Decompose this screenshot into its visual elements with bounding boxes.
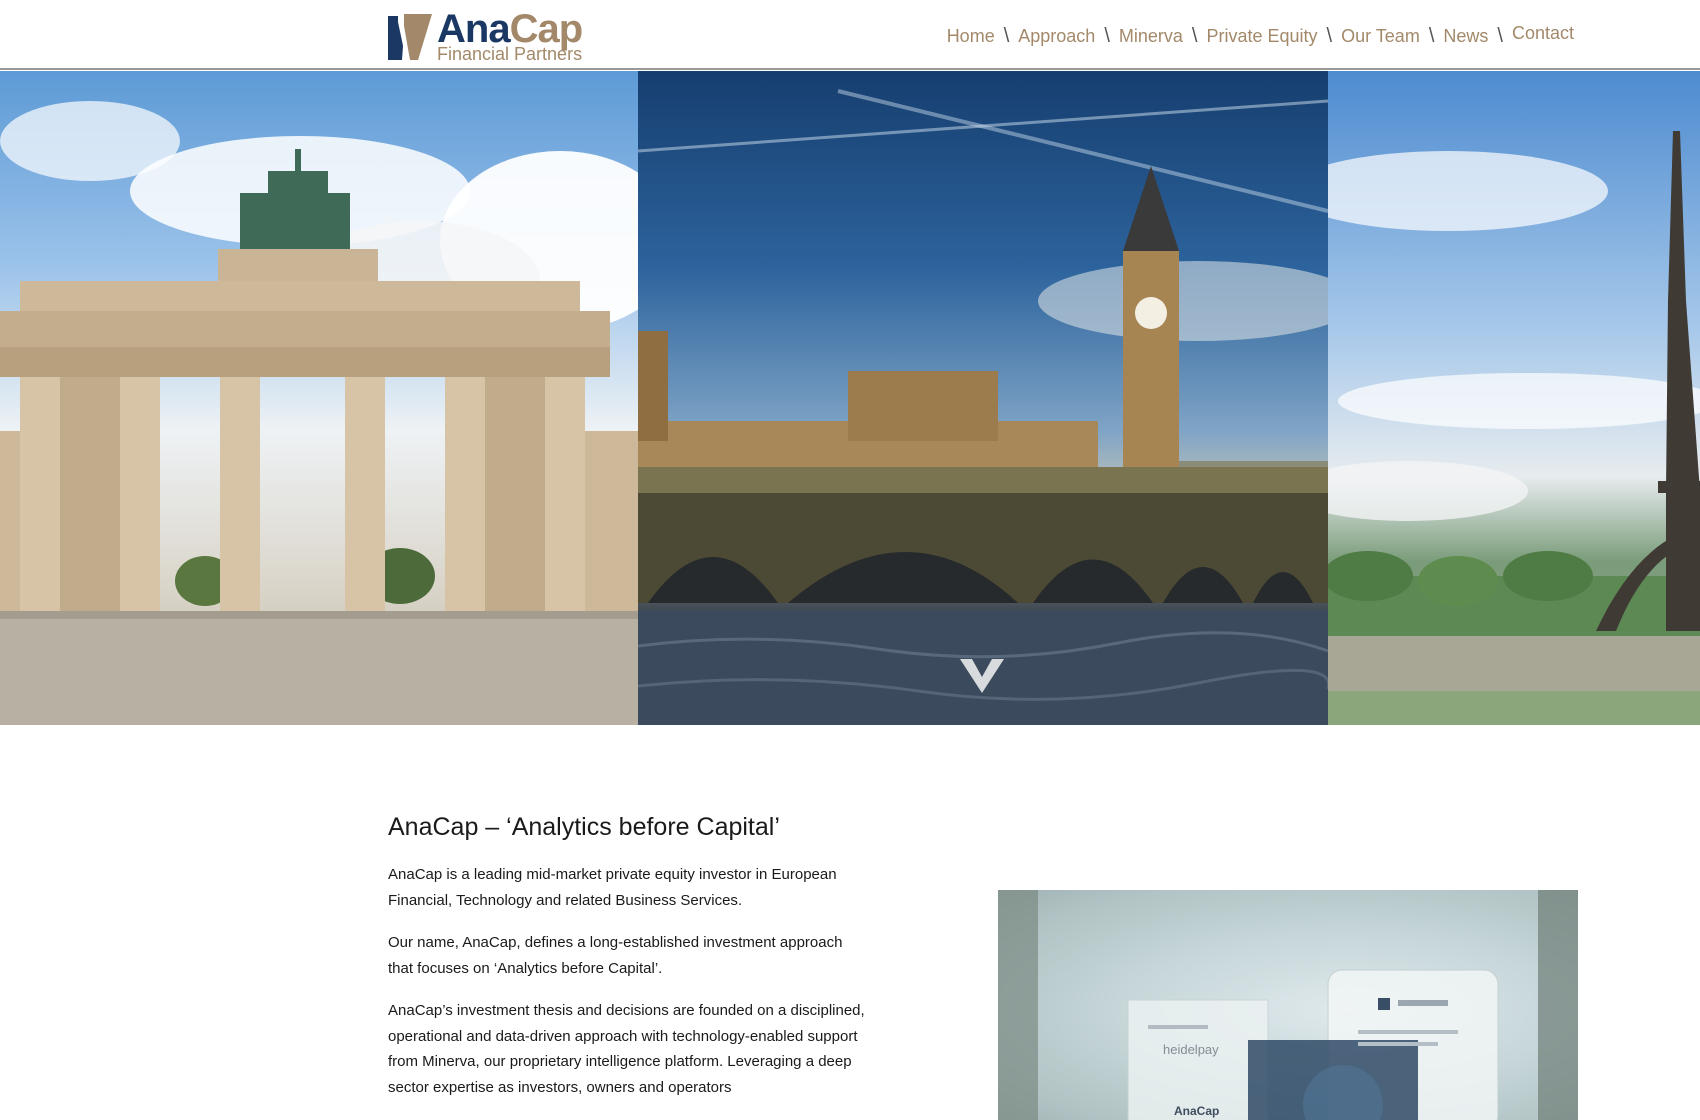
intro-paragraph: Our name, AnaCap, defines a long-establi… (388, 934, 843, 977)
chevron-down-icon[interactable] (958, 657, 1006, 697)
hero-banner (0, 71, 1700, 725)
site-header: AnaCap Financial Partners Home \ Approac… (0, 0, 1700, 70)
nav-approach[interactable]: Approach (1018, 22, 1095, 50)
nav-separator: \ (1497, 25, 1503, 47)
nav-separator: \ (1326, 25, 1333, 47)
main-nav: Home \ Approach \ Minerva \ Private Equi… (947, 22, 1574, 50)
logo-subtitle: Financial Partners (437, 44, 583, 64)
intro-paragraph: AnaCap is a leading mid-market private e… (388, 866, 837, 909)
nav-separator: \ (1104, 25, 1110, 47)
nav-our-team[interactable]: Our Team (1341, 22, 1420, 50)
hero-image-brandenburg-gate (0, 71, 638, 725)
nav-news[interactable]: News (1443, 22, 1488, 50)
anacap-logo-mark-icon (388, 14, 432, 60)
nav-private-equity[interactable]: Private Equity (1206, 22, 1317, 50)
nav-separator: \ (1003, 25, 1010, 47)
nav-contact[interactable]: Contact (1512, 19, 1574, 47)
award-label-anacap: AnaCap (1174, 1104, 1220, 1118)
nav-minerva[interactable]: Minerva (1119, 22, 1183, 50)
hero-image-eiffel-tower (1328, 71, 1700, 725)
hero-image-westminster (638, 71, 1328, 725)
intro-section: AnaCap – ‘Analytics before Capital’ AnaC… (388, 810, 868, 1117)
award-label-heidelpay: heidelpay (1163, 1042, 1219, 1057)
intro-heading: AnaCap – ‘Analytics before Capital’ (388, 813, 780, 841)
awards-photo: heidelpay AnaCap (998, 890, 1578, 1120)
nav-separator: \ (1191, 25, 1198, 47)
nav-separator: \ (1428, 25, 1435, 47)
anacap-logo[interactable]: AnaCap Financial Partners (388, 7, 624, 64)
intro-paragraph: AnaCap’s investment thesis and decisions… (388, 1002, 865, 1096)
nav-home[interactable]: Home (947, 22, 995, 50)
